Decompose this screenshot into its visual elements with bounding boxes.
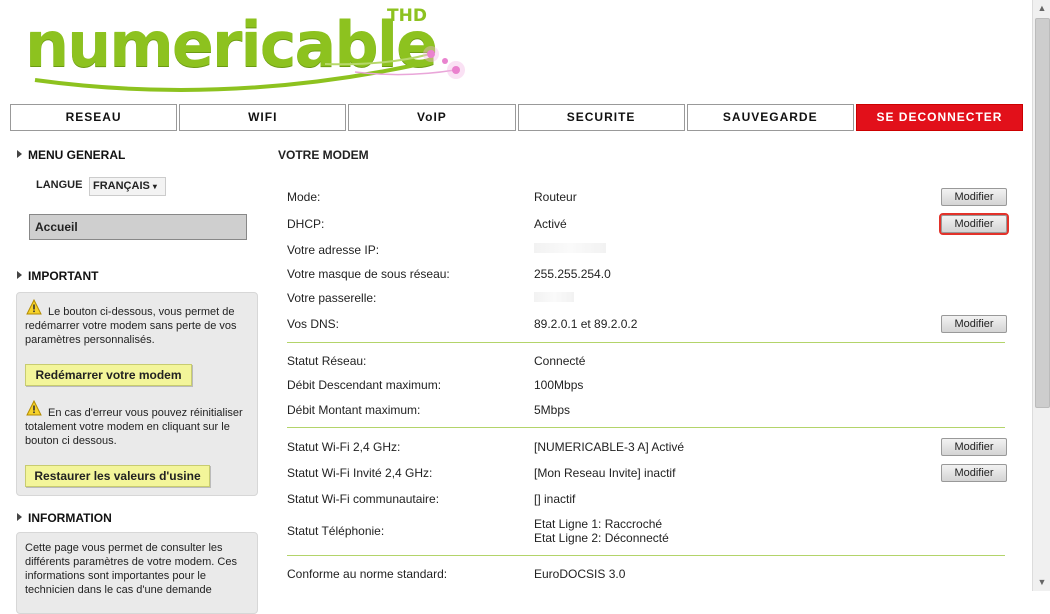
subnet-mask-label: Votre masque de sous réseau: (287, 267, 450, 281)
dhcp-label: DHCP: (287, 217, 325, 231)
telephony-line2-value: Etat Ligne 2: Déconnecté (534, 531, 669, 545)
subnet-mask-value: 255.255.254.0 (534, 267, 611, 281)
page-title: VOTRE MODEM (278, 148, 369, 162)
tab-sauvegarde[interactable]: SAUVEGARDE (686, 104, 854, 131)
scroll-thumb[interactable] (1035, 18, 1050, 408)
important-box: Le bouton ci-dessous, vous permet de red… (16, 292, 258, 496)
dropdown-caret-icon: ▾ (152, 182, 157, 191)
standard-value: EuroDOCSIS 3.0 (534, 567, 626, 581)
dhcp-value: Activé (534, 217, 567, 231)
tab-securite[interactable]: SECURITE (517, 104, 685, 131)
logout-button[interactable]: SE DECONNECTER (855, 104, 1024, 131)
important-title: IMPORTANT (16, 269, 99, 283)
gateway-redacted (534, 292, 574, 302)
wifi-status-label: Statut Wi-Fi 2,4 GHz: (287, 440, 401, 454)
gateway-label: Votre passerelle: (287, 291, 377, 305)
restart-info-text: Le bouton ci-dessous, vous permet de red… (25, 306, 237, 346)
ip-address-redacted (534, 243, 606, 253)
section-divider (287, 427, 1005, 428)
guest-wifi-label: Statut Wi-Fi Invité 2,4 GHz: (287, 466, 433, 480)
downstream-value: 100Mbps (534, 378, 584, 392)
tab-voip[interactable]: VoIP (348, 104, 516, 131)
reset-info-text: En cas d'erreur vous pouvez réinitialise… (25, 407, 243, 447)
scroll-down-icon[interactable]: ▼ (1033, 574, 1050, 591)
sidebar-item-accueil[interactable]: Accueil (29, 214, 247, 240)
section-divider (287, 342, 1005, 343)
menu-general-title: MENU GENERAL (16, 148, 126, 162)
modify-wifi-button[interactable]: Modifier (941, 438, 1007, 456)
language-label: LANGUE (36, 179, 83, 191)
numericable-logo: numericable THD (25, 6, 465, 96)
network-status-label: Statut Réseau: (287, 354, 367, 368)
information-text: Cette page vous permet de consulter les … (25, 542, 237, 596)
scroll-up-icon[interactable]: ▲ (1033, 0, 1050, 17)
main-nav: RESEAU WIFI VoIP SECURITE SAUVEGARDE SE … (10, 104, 1024, 131)
factory-reset-button[interactable]: Restaurer les valeurs d'usine (25, 465, 210, 487)
information-box: Cette page vous permet de consulter les … (16, 532, 258, 614)
community-wifi-value: [] inactif (534, 492, 576, 506)
standard-label: Conforme au norme standard: (287, 567, 448, 581)
vertical-scrollbar[interactable]: ▲ ▼ (1032, 0, 1050, 591)
modify-guest-wifi-button[interactable]: Modifier (941, 464, 1007, 482)
language-value: FRANÇAIS (93, 180, 150, 192)
restart-modem-button[interactable]: Redémarrer votre modem (25, 364, 192, 386)
telephony-status-label: Statut Téléphonie: (287, 524, 385, 538)
wifi-status-value: [NUMERICABLE-3 A] Activé (534, 440, 685, 454)
community-wifi-label: Statut Wi-Fi communautaire: (287, 492, 440, 506)
upstream-label: Débit Montant maximum: (287, 403, 421, 417)
mode-value: Routeur (534, 190, 577, 204)
logo-swoosh (34, 46, 465, 92)
telephony-line1-value: Etat Ligne 1: Raccroché (534, 517, 663, 531)
section-divider (287, 555, 1005, 556)
downstream-label: Débit Descendant maximum: (287, 378, 442, 392)
mode-label: Mode: (287, 190, 321, 204)
network-status-value: Connecté (534, 354, 586, 368)
guest-wifi-value: [Mon Reseau Invite] inactif (534, 466, 676, 480)
modify-dhcp-button[interactable]: Modifier (939, 213, 1009, 235)
modify-dns-button[interactable]: Modifier (941, 315, 1007, 333)
dns-label: Vos DNS: (287, 317, 340, 331)
modify-mode-button[interactable]: Modifier (941, 188, 1007, 206)
information-title: INFORMATION (17, 511, 112, 525)
language-select[interactable]: FRANÇAIS ▾ (89, 177, 166, 196)
dns-value: 89.2.0.1 et 89.2.0.2 (534, 317, 638, 331)
tab-wifi[interactable]: WIFI (179, 104, 347, 131)
ip-address-label: Votre adresse IP: (287, 243, 380, 257)
upstream-value: 5Mbps (534, 403, 571, 417)
tab-reseau[interactable]: RESEAU (10, 104, 178, 131)
page: numericable THD RESEAU WIFI VoIP SECURIT… (0, 0, 1032, 614)
